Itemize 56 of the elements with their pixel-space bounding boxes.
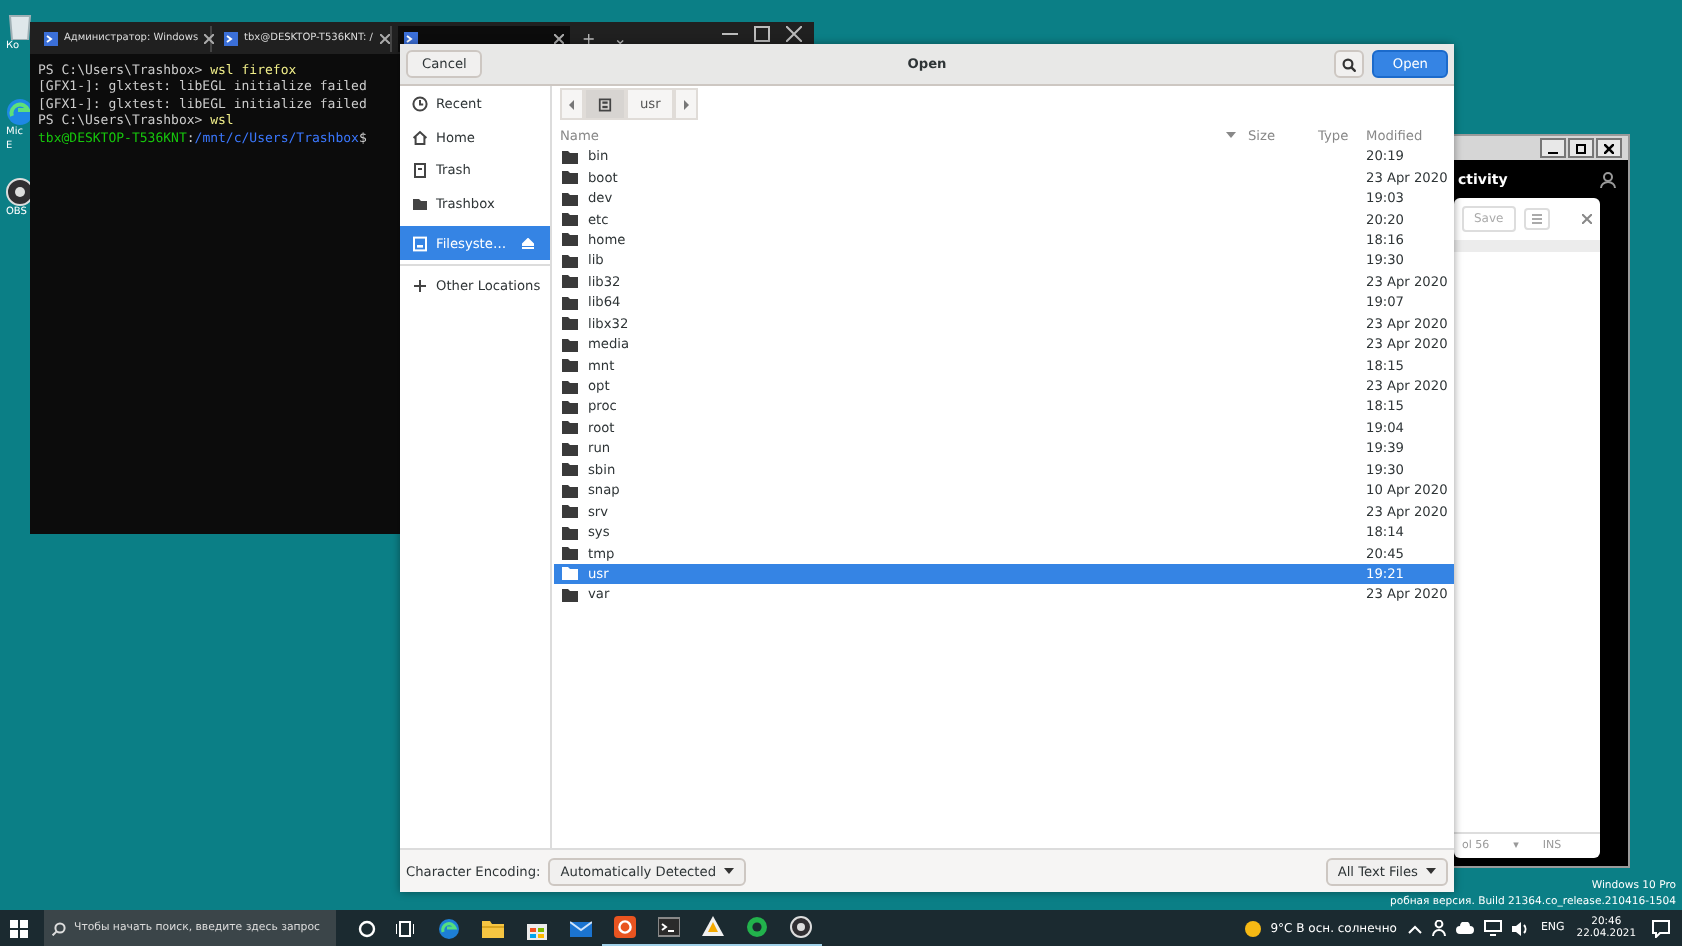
speaker-icon[interactable] [1512,921,1529,935]
home-icon [412,129,428,146]
circle-icon[interactable] [789,916,811,938]
swirl-icon[interactable] [437,917,459,939]
right-arrow-icon [682,99,691,109]
new-tab-button[interactable]: + [576,29,602,47]
menu-icon [1531,214,1542,224]
drive-icon [412,235,428,252]
search-icon [52,921,66,935]
maximize-icon[interactable] [754,25,770,41]
search-icon [1342,57,1357,71]
close-icon[interactable] [204,33,215,43]
maximize-icon [1576,143,1586,153]
search-button[interactable] [1334,50,1365,78]
terminal-icon [224,31,238,45]
close-icon [1604,143,1614,153]
eject-icon[interactable] [522,237,534,250]
back-button[interactable] [560,88,584,120]
clock-icon [412,96,428,113]
caret-icon [724,868,735,874]
terminal-icon [44,31,58,45]
drive-icon [598,97,612,111]
cloud-icon[interactable] [1456,922,1475,934]
close-icon[interactable] [554,33,564,43]
close-icon[interactable] [379,33,389,43]
terminal-icon[interactable] [657,916,679,938]
ring-icon[interactable] [745,916,767,938]
caret-icon [1426,868,1436,874]
terminal-icon [404,31,418,45]
assistant-icon[interactable] [358,919,376,937]
tab-menu-button[interactable]: ⌄ [607,29,633,47]
sort-icon [1226,131,1236,139]
left-arrow-icon [568,99,576,109]
person-icon[interactable] [1432,920,1447,936]
start-button[interactable] [10,919,28,937]
chevron-up-icon[interactable] [1408,923,1423,933]
drive-path-button[interactable] [584,88,626,120]
task-view-icon[interactable] [396,919,414,937]
user-icon[interactable] [1600,172,1616,188]
trash-icon [412,162,428,179]
folder-icon [412,196,428,213]
close-button[interactable] [1596,138,1622,158]
circle-icon[interactable] [6,178,34,206]
notification-icon[interactable] [1652,919,1670,937]
plus-icon [412,278,428,295]
sun-icon[interactable] [1244,919,1263,937]
envelope-icon[interactable] [569,917,591,939]
forward-button[interactable] [674,88,699,120]
network-icon[interactable] [1484,920,1503,936]
maximize-button[interactable] [1568,138,1594,158]
bin-icon[interactable] [6,12,34,40]
ring-tile-icon[interactable] [613,916,635,938]
folder-icon[interactable] [481,917,503,939]
triangle-icon[interactable] [701,916,723,938]
minimize-button[interactable] [1540,138,1566,158]
close-icon[interactable] [786,25,802,41]
